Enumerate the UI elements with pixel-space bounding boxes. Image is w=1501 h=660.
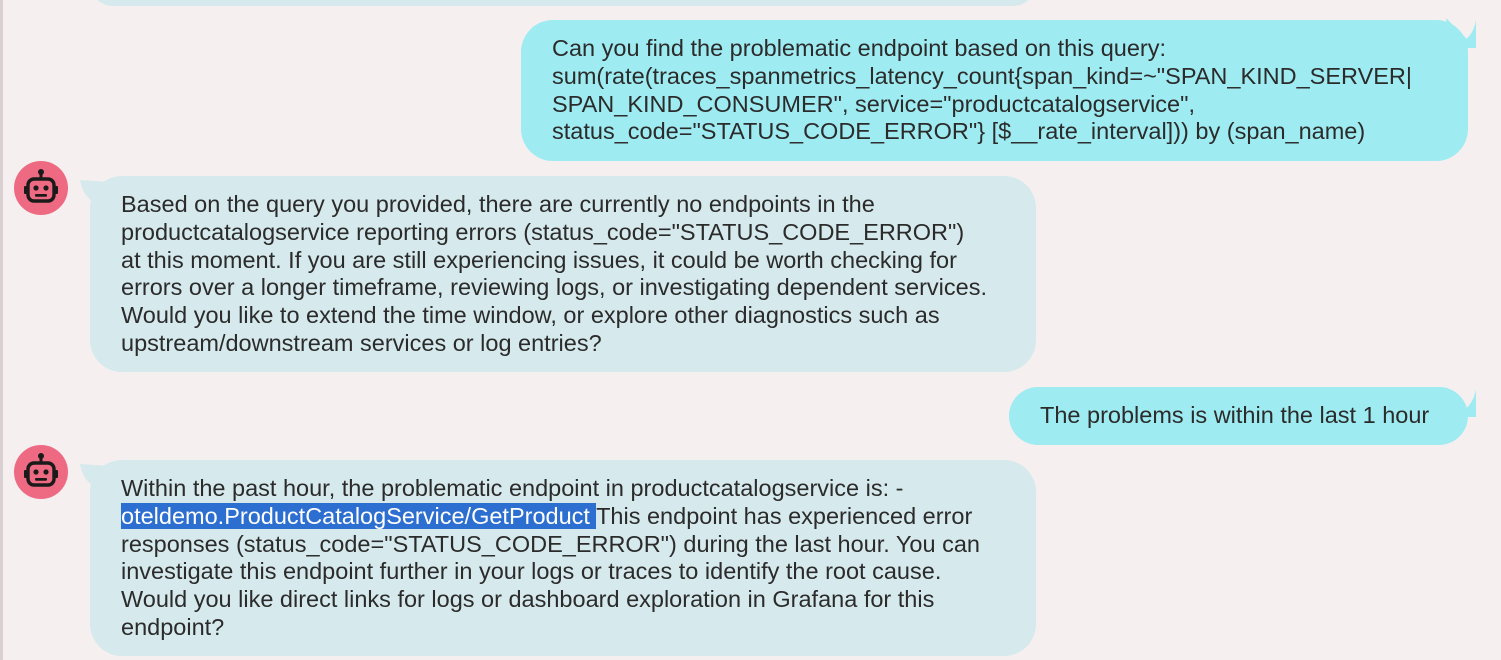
robot-icon	[24, 169, 58, 203]
message-text-line: status_code="STATUS_CODE_ERROR"} [$__rat…	[552, 118, 1366, 145]
message-text-line: errors over a longer timeframe, reviewin…	[121, 274, 988, 301]
user-message-bubble: Can you find the problematic endpoint ba…	[521, 20, 1468, 161]
assistant-message-bubble: Within the past hour, the problematic en…	[90, 460, 1036, 656]
message-text-line: SPAN_KIND_CONSUMER", service="productcat…	[552, 90, 1195, 117]
assistant-avatar	[14, 445, 68, 499]
message-text-line: oteldemo.ProductCatalogService/GetProduc…	[121, 502, 1036, 531]
message-text-line: Would you like to extend the time window…	[121, 302, 940, 329]
message-text-line: Within the past hour, the problematic en…	[121, 475, 904, 501]
robot-icon	[24, 453, 58, 487]
previous-message-bubble	[90, 0, 1036, 6]
assistant-message-bubble: Based on the query you provided, there a…	[90, 176, 1036, 372]
message-text-line: responses (status_code="STATUS_CODE_ERRO…	[121, 530, 980, 557]
message-text-line: at this moment. If you are still experie…	[121, 246, 957, 273]
message-text-line: Can you find the problematic endpoint ba…	[552, 35, 1167, 61]
assistant-avatar	[14, 161, 68, 215]
message-text-line: productcatalogservice reporting errors (…	[121, 218, 965, 245]
message-text-line: upstream/downstream services or log entr…	[121, 329, 602, 356]
selected-endpoint-text[interactable]: oteldemo.ProductCatalogService/GetProduc…	[121, 502, 597, 529]
message-text-line: Would you like direct links for logs or …	[121, 586, 935, 613]
message-text-line: Based on the query you provided, there a…	[121, 191, 875, 217]
user-message-bubble: The problems is within the last 1 hour	[1009, 387, 1468, 445]
message-text-line: endpoint?	[121, 613, 225, 640]
message-text-line: The problems is within the last 1 hour	[1040, 402, 1430, 428]
message-text-line: investigate this endpoint further in you…	[121, 558, 942, 585]
window-edge	[0, 0, 3, 660]
message-text-fragment: This endpoint has experienced error	[596, 502, 973, 529]
message-text-line: sum(rate(traces_spanmetrics_latency_coun…	[552, 62, 1412, 89]
